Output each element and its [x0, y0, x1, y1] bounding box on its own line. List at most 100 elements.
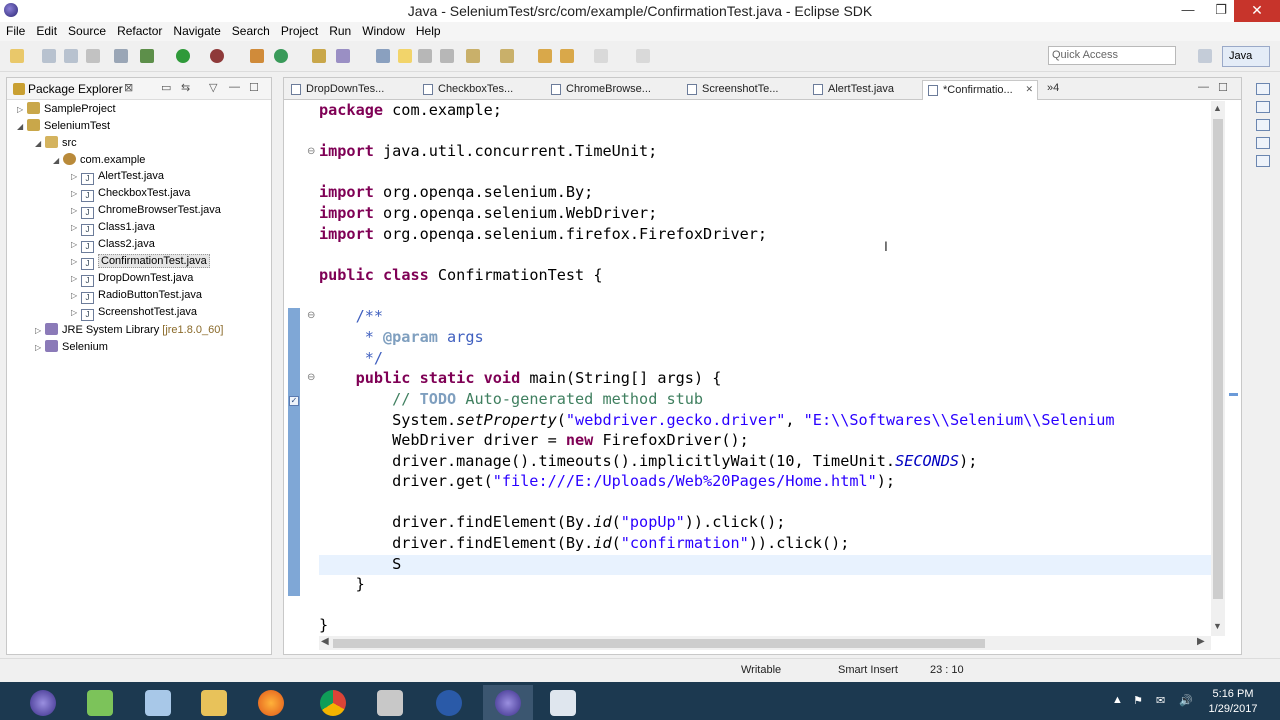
previous-annotation-icon[interactable]: [500, 49, 514, 63]
taskbar-calculator[interactable]: [133, 685, 183, 720]
menu-run[interactable]: Run: [323, 22, 356, 38]
fold-javadoc-icon[interactable]: ⊖: [307, 310, 315, 321]
taskbar-firefox[interactable]: [246, 685, 296, 720]
horizontal-scrollbar[interactable]: ◀ ▶: [319, 636, 1211, 650]
open-perspective-icon[interactable]: [1198, 49, 1212, 63]
collapse-all-icon[interactable]: ▭: [161, 81, 171, 94]
forward-icon[interactable]: [594, 49, 608, 63]
new-java-class-icon[interactable]: [274, 49, 288, 63]
horizontal-scroll-thumb[interactable]: [333, 639, 985, 648]
tree-item-com-example[interactable]: ◢ com.example: [53, 153, 145, 170]
run-external-icon[interactable]: [210, 49, 224, 63]
print-icon[interactable]: [86, 49, 100, 63]
tree-expand-icon[interactable]: ▷: [71, 257, 81, 266]
taskbar-chrome[interactable]: [308, 685, 358, 720]
tree-item-screenshottest[interactable]: ▷ J ScreenshotTest.java: [71, 306, 197, 323]
tree-item-checkboxtest[interactable]: ▷ J CheckboxTest.java: [71, 187, 190, 204]
tab-checkboxtest[interactable]: CheckboxTes...: [418, 80, 546, 100]
tree-expand-icon[interactable]: ▷: [71, 274, 81, 283]
maximize-editor-icon[interactable]: ☐: [1218, 81, 1228, 94]
tree-item-seleniumtest[interactable]: ◢ SeleniumTest: [17, 119, 110, 136]
toggle-breadcrumb-icon[interactable]: [376, 49, 390, 63]
tree-expand-icon[interactable]: ▷: [71, 240, 81, 249]
tree-item-class2[interactable]: ▷ J Class2.java: [71, 238, 155, 255]
taskbar-clock[interactable]: 5:16 PM 1/29/2017: [1198, 687, 1268, 717]
block-selection-icon[interactable]: [418, 49, 432, 63]
taskbar-file-explorer[interactable]: [189, 685, 239, 720]
java-perspective-button[interactable]: Java: [1222, 46, 1270, 67]
tree-expand-icon[interactable]: ▷: [71, 223, 81, 232]
run-icon[interactable]: [176, 49, 190, 63]
maximize-view-icon[interactable]: ☐: [249, 81, 259, 94]
tray-messages-icon[interactable]: ✉: [1156, 694, 1165, 707]
link-with-editor-icon[interactable]: ⇆: [181, 81, 190, 94]
taskbar-android-studio[interactable]: [75, 685, 125, 720]
tab-alerttest[interactable]: AlertTest.java: [808, 80, 922, 100]
quick-access-field[interactable]: Quick Access: [1048, 46, 1176, 65]
tree-item-class1[interactable]: ▷ J Class1.java: [71, 221, 155, 238]
tab-confirmationtest[interactable]: *Confirmatio... ✕: [922, 80, 1038, 100]
tree-item-dropdowntest[interactable]: ▷ J DropDownTest.java: [71, 272, 193, 289]
back-icon[interactable]: [560, 49, 574, 63]
debug-icon[interactable]: [140, 49, 154, 63]
taskbar-screen-recorder[interactable]: [538, 685, 588, 720]
skip-breakpoints-icon[interactable]: [114, 49, 128, 63]
taskbar-eclipse-luna[interactable]: [18, 685, 68, 720]
menu-search[interactable]: Search: [226, 22, 275, 38]
tray-show-hidden-icon[interactable]: ▲: [1112, 694, 1123, 706]
tree-item-confirmationtest[interactable]: ▷ J ConfirmationTest.java: [71, 254, 210, 272]
vertical-scrollbar[interactable]: ▲ ▼: [1211, 101, 1225, 636]
minimize-button[interactable]: —: [1173, 0, 1203, 22]
tree-expand-icon[interactable]: ▷: [71, 172, 81, 181]
outline-view-icon[interactable]: [1256, 83, 1270, 95]
tree-expand-icon[interactable]: ▷: [71, 206, 81, 215]
menu-help[interactable]: Help: [410, 22, 446, 38]
scroll-up-icon[interactable]: ▲: [1213, 103, 1222, 113]
more-tabs-indicator[interactable]: »4: [1047, 82, 1059, 94]
scroll-right-icon[interactable]: ▶: [1197, 636, 1205, 647]
vertical-scroll-thumb[interactable]: [1213, 119, 1223, 599]
tree-item-selenium[interactable]: ▷ Selenium: [35, 340, 108, 357]
task-marker-icon[interactable]: ✓: [289, 396, 299, 406]
fold-imports-icon[interactable]: ⊖: [307, 146, 315, 157]
javadoc-view-icon[interactable]: [1256, 119, 1270, 131]
tab-close-icon[interactable]: ✕: [1025, 84, 1033, 95]
tree-collapse-icon[interactable]: ◢: [53, 156, 63, 165]
restore-button[interactable]: ❐: [1206, 0, 1236, 22]
code-area[interactable]: package com.example; import java.util.co…: [319, 101, 1211, 636]
menu-window[interactable]: Window: [356, 22, 410, 38]
menu-edit[interactable]: Edit: [30, 22, 62, 38]
tree-expand-icon[interactable]: ▷: [17, 105, 27, 114]
show-whitespace-icon[interactable]: [440, 49, 454, 63]
tree-expand-icon[interactable]: ▷: [71, 308, 81, 317]
fold-method-icon[interactable]: ⊖: [307, 372, 315, 383]
new-java-package-icon[interactable]: [250, 49, 264, 63]
save-icon[interactable]: [42, 49, 56, 63]
package-explorer-title[interactable]: Package Explorer: [28, 82, 123, 96]
tree-item-sampleproject[interactable]: ▷ SampleProject: [17, 102, 116, 119]
last-edit-location-icon[interactable]: [538, 49, 552, 63]
tree-expand-icon[interactable]: ▷: [35, 343, 45, 352]
package-explorer-close-icon[interactable]: ⊠: [124, 81, 133, 94]
menu-file[interactable]: File: [0, 22, 30, 38]
taskbar-eclipse-active[interactable]: [483, 685, 533, 720]
tree-expand-icon[interactable]: ▷: [71, 291, 81, 300]
tree-expand-icon[interactable]: ▷: [35, 326, 45, 335]
declaration-view-icon[interactable]: [1256, 137, 1270, 149]
open-type-icon[interactable]: [312, 49, 326, 63]
search-icon[interactable]: [336, 49, 350, 63]
new-icon[interactable]: [10, 49, 24, 63]
tree-item-alerttest[interactable]: ▷ J AlertTest.java: [71, 170, 164, 187]
next-annotation-icon[interactable]: [466, 49, 480, 63]
menu-navigate[interactable]: Navigate: [167, 22, 225, 38]
overview-marker[interactable]: [1229, 393, 1238, 396]
pin-editor-icon[interactable]: [636, 49, 650, 63]
scroll-left-icon[interactable]: ◀: [321, 636, 329, 647]
tab-chromebrowsertest[interactable]: ChromeBrowse...: [546, 80, 682, 100]
tray-action-center-icon[interactable]: ⚑: [1133, 694, 1143, 707]
tab-dropdowntest[interactable]: DropDownTes...: [286, 80, 414, 100]
overview-ruler[interactable]: [1227, 101, 1241, 636]
console-view-icon[interactable]: [1256, 155, 1270, 167]
menu-project[interactable]: Project: [275, 22, 323, 38]
view-menu-icon[interactable]: ▽: [209, 81, 217, 94]
